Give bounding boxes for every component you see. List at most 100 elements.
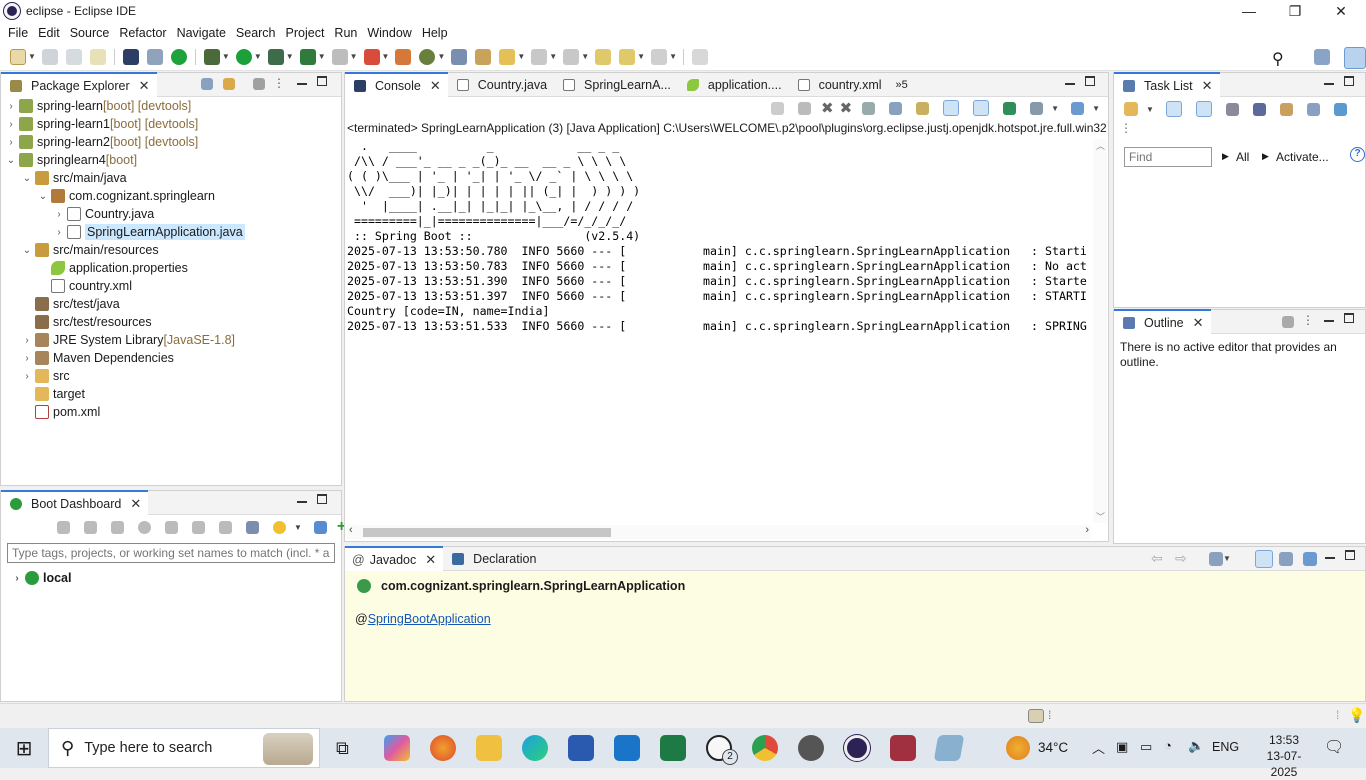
sync-icon[interactable] bbox=[1279, 102, 1293, 116]
meet-icon[interactable]: ▣ bbox=[1116, 739, 1128, 755]
external-tools-icon[interactable] bbox=[299, 48, 316, 65]
open-in-browser-icon[interactable] bbox=[1303, 552, 1317, 566]
run-icon[interactable] bbox=[235, 48, 252, 65]
clock[interactable]: 13:53 13-07-2025 bbox=[1254, 732, 1314, 780]
refresh-icon[interactable] bbox=[138, 520, 151, 534]
minimize-button[interactable]: — bbox=[1226, 0, 1272, 22]
expand-arrow-icon[interactable]: ▶ bbox=[1262, 151, 1269, 162]
menu-window[interactable]: Window bbox=[362, 26, 416, 40]
tree-item-src-test-resources[interactable]: src/test/resources bbox=[1, 313, 341, 331]
vertical-scrollbar[interactable]: ︿ ﹀ bbox=[1093, 139, 1107, 523]
winrar-icon[interactable] bbox=[890, 735, 916, 761]
filter-icon[interactable] bbox=[1282, 316, 1294, 328]
tree-item-application-properties[interactable]: application.properties bbox=[1, 259, 341, 277]
menu-edit[interactable]: Edit bbox=[33, 26, 65, 40]
minimize-icon[interactable] bbox=[297, 501, 307, 503]
server-icon[interactable] bbox=[363, 48, 380, 65]
new-task-icon[interactable] bbox=[1124, 102, 1138, 116]
minimize-icon[interactable] bbox=[1324, 320, 1334, 322]
menu-navigate[interactable]: Navigate bbox=[172, 26, 231, 40]
console-output[interactable]: . ____ _ __ _ _ /\\ / ___'_ __ _ _(_)_ _… bbox=[347, 139, 1090, 523]
menu-run[interactable]: Run bbox=[329, 26, 362, 40]
skip-breakpoints-icon[interactable] bbox=[146, 48, 163, 65]
minimize-icon[interactable] bbox=[1065, 83, 1075, 85]
expand-arrow-icon[interactable]: › bbox=[5, 101, 17, 112]
last-edit-icon[interactable] bbox=[595, 48, 612, 65]
table-icon[interactable] bbox=[246, 520, 259, 534]
minimize-icon[interactable] bbox=[1325, 557, 1335, 559]
expand-arrow-icon[interactable]: › bbox=[5, 137, 17, 148]
outlook-icon[interactable] bbox=[614, 735, 640, 761]
tree-item-spring-learn1[interactable]: › spring-learn1 [boot] [devtools] bbox=[1, 115, 341, 133]
new-icon[interactable] bbox=[10, 48, 26, 65]
tab-application-properties[interactable]: application.... bbox=[678, 73, 789, 97]
edge-icon[interactable] bbox=[522, 735, 548, 761]
scroll-up-icon[interactable]: ︿ bbox=[1096, 139, 1105, 152]
chevron-down-icon[interactable]: ▼ bbox=[350, 52, 358, 61]
lightbulb-icon[interactable]: 💡 bbox=[1348, 707, 1365, 724]
chevron-down-icon[interactable]: ▼ bbox=[669, 52, 677, 61]
chevron-down-icon[interactable]: ▼ bbox=[286, 52, 294, 61]
spring-boot-icon[interactable] bbox=[170, 48, 187, 65]
boot-dashboard-filter-input[interactable] bbox=[7, 543, 335, 563]
weather-icon[interactable] bbox=[1006, 736, 1030, 760]
coverage-icon[interactable] bbox=[267, 48, 284, 65]
tree-item-src[interactable]: › src bbox=[1, 367, 341, 385]
link-with-selection-icon[interactable] bbox=[1255, 550, 1273, 568]
maximize-icon[interactable] bbox=[1344, 76, 1354, 86]
link-with-editor-icon[interactable] bbox=[223, 78, 235, 90]
help-icon[interactable]: ? bbox=[1350, 147, 1365, 162]
tree-item-spring-learn[interactable]: › spring-learn [boot] [devtools] bbox=[1, 97, 341, 115]
horizontal-scrollbar[interactable]: ‹ › bbox=[347, 524, 1091, 539]
chevron-down-icon[interactable]: ▼ bbox=[637, 52, 645, 61]
pin-editor-icon[interactable] bbox=[691, 48, 708, 65]
stop-icon[interactable] bbox=[111, 520, 124, 534]
chevron-down-icon[interactable]: ▼ bbox=[437, 52, 445, 61]
excel-icon[interactable] bbox=[660, 735, 686, 761]
back-icon[interactable]: ⇦ bbox=[1151, 550, 1163, 567]
pin-icon[interactable] bbox=[771, 101, 784, 115]
more-tabs-button[interactable]: »5 bbox=[889, 73, 915, 97]
expand-arrow-icon[interactable]: ⌄ bbox=[37, 191, 49, 202]
view-menu-icon[interactable]: ⋮ bbox=[273, 76, 285, 90]
tree-item-local[interactable]: › local bbox=[11, 569, 72, 587]
view-menu-icon[interactable]: ⋮ bbox=[1302, 313, 1314, 327]
expand-arrow-icon[interactable]: › bbox=[21, 353, 33, 364]
expand-arrow-icon[interactable]: › bbox=[11, 573, 23, 584]
link-icon[interactable] bbox=[192, 520, 205, 534]
link-icon[interactable] bbox=[1333, 102, 1347, 116]
console-icon[interactable] bbox=[165, 520, 178, 534]
chevron-down-icon[interactable]: ▼ bbox=[28, 52, 36, 61]
open-perspective-icon[interactable] bbox=[1314, 49, 1330, 65]
display-console-icon[interactable] bbox=[1030, 101, 1044, 115]
tab-country-xml[interactable]: country.xml bbox=[789, 73, 889, 97]
scroll-down-icon[interactable]: ﹀ bbox=[1096, 510, 1105, 523]
menu-refactor[interactable]: Refactor bbox=[114, 26, 171, 40]
filter-icon[interactable] bbox=[253, 78, 265, 90]
tab-declaration[interactable]: Declaration bbox=[443, 547, 543, 571]
next-annotation-icon[interactable] bbox=[531, 48, 548, 65]
minimize-icon[interactable] bbox=[297, 83, 307, 85]
maximize-icon[interactable] bbox=[1085, 76, 1095, 86]
chevron-down-icon[interactable]: ▼ bbox=[549, 52, 557, 61]
eclipse-icon[interactable] bbox=[844, 735, 870, 761]
file-explorer-icon[interactable] bbox=[476, 735, 502, 761]
task-find-input[interactable] bbox=[1124, 147, 1212, 167]
chevron-down-icon[interactable]: ▼ bbox=[254, 52, 262, 61]
menu-search[interactable]: Search bbox=[231, 26, 281, 40]
remove-all-icon[interactable]: ✖ bbox=[840, 99, 853, 117]
open-attached-javadoc-icon[interactable] bbox=[1209, 552, 1223, 566]
collapse-all-icon[interactable] bbox=[201, 78, 213, 90]
menu-file[interactable]: File bbox=[3, 26, 33, 40]
chrome-icon[interactable] bbox=[752, 735, 778, 761]
search-icon[interactable]: ⚲ bbox=[1272, 49, 1284, 69]
chevron-down-icon[interactable]: ▼ bbox=[294, 523, 302, 532]
firefox-icon[interactable] bbox=[430, 735, 456, 761]
windows-start-icon[interactable]: ⊞ bbox=[0, 728, 48, 768]
tree-item-maven-dependencies[interactable]: › Maven Dependencies bbox=[1, 349, 341, 367]
whatsapp-icon[interactable]: 2 bbox=[706, 735, 738, 765]
close-icon[interactable]: ✕ bbox=[1202, 78, 1213, 94]
tab-springlearnapplication[interactable]: SpringLearnA... bbox=[554, 73, 678, 97]
volume-icon[interactable]: 🔈 bbox=[1188, 738, 1204, 754]
weather-temperature[interactable]: 34°C bbox=[1038, 740, 1068, 755]
